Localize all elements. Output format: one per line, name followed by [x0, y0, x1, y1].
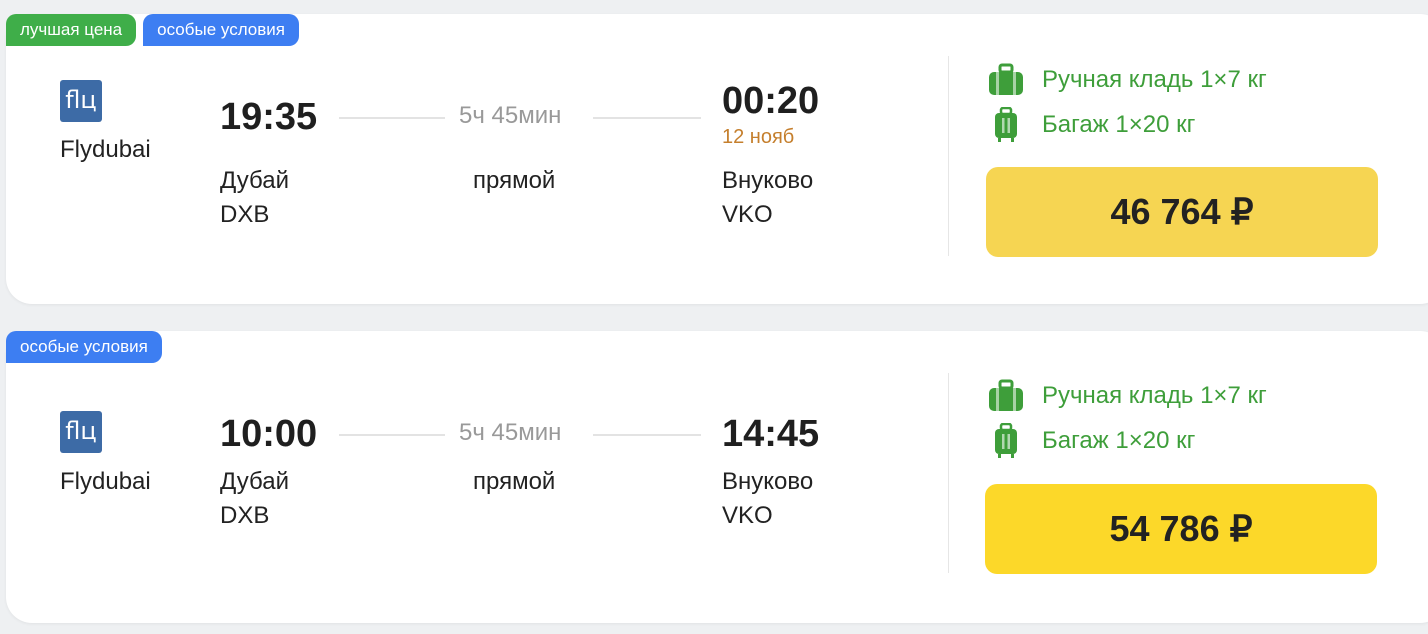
best-price-badge: лучшая цена [6, 14, 137, 46]
price-button[interactable]: 54 786 ₽ [985, 484, 1377, 574]
divider [948, 373, 949, 573]
baggage-info: Багаж 1×20 кг [988, 423, 1195, 459]
divider [948, 56, 949, 256]
route-line-right [593, 434, 701, 436]
stops-label: прямой [473, 468, 556, 495]
departure-time: 10:00 [220, 413, 318, 455]
arrival-code: VKO [722, 502, 773, 529]
route-line-right [593, 117, 701, 119]
departure-code: DXB [220, 502, 270, 529]
price-button[interactable]: 46 764 ₽ [986, 167, 1378, 257]
arrival-time: 14:45 [722, 413, 820, 455]
departure-time: 19:35 [220, 96, 318, 138]
arrival-code: VKO [722, 201, 773, 228]
suitcase-icon [995, 107, 1017, 142]
flight-card[interactable]: лучшая цена особые условия flц Flydubai … [6, 14, 1428, 304]
hand-luggage-info: Ручная кладь 1×7 кг [988, 62, 1267, 98]
badge-group: лучшая цена особые условия [6, 14, 299, 46]
stops-label: прямой [473, 167, 556, 194]
special-conditions-badge: особые условия [6, 331, 162, 363]
departure-city: Дубай [220, 468, 289, 495]
airline-logo: flц [60, 411, 102, 453]
route-line-left [339, 434, 445, 436]
flight-duration: 5ч 45мин [459, 102, 562, 129]
airline-name: Flydubai [60, 468, 151, 495]
hand-luggage-info: Ручная кладь 1×7 кг [988, 378, 1267, 414]
baggage-text: Багаж 1×20 кг [1042, 111, 1196, 138]
airline-name: Flydubai [60, 136, 151, 163]
departure-code: DXB [220, 201, 270, 228]
arrival-time: 00:20 [722, 80, 820, 122]
hand-luggage-icon [989, 379, 1023, 411]
flight-card[interactable]: особые условия flц Flydubai 10:00 Дубай … [6, 331, 1428, 623]
hand-luggage-text: Ручная кладь 1×7 кг [1042, 66, 1267, 93]
airline-logo: flц [60, 80, 102, 122]
baggage-text: Багаж 1×20 кг [1042, 427, 1196, 454]
baggage-info: Багаж 1×20 кг [988, 107, 1195, 143]
arrival-city: Внуково [722, 468, 814, 495]
arrival-city: Внуково [722, 167, 814, 194]
arrival-date: 12 нояб [722, 126, 795, 148]
suitcase-icon [995, 423, 1017, 458]
hand-luggage-icon [989, 63, 1023, 95]
hand-luggage-text: Ручная кладь 1×7 кг [1042, 382, 1267, 409]
departure-city: Дубай [220, 167, 289, 194]
route-line-left [339, 117, 445, 119]
flight-duration: 5ч 45мин [459, 419, 562, 446]
badge-group: особые условия [6, 331, 162, 363]
special-conditions-badge: особые условия [143, 14, 299, 46]
